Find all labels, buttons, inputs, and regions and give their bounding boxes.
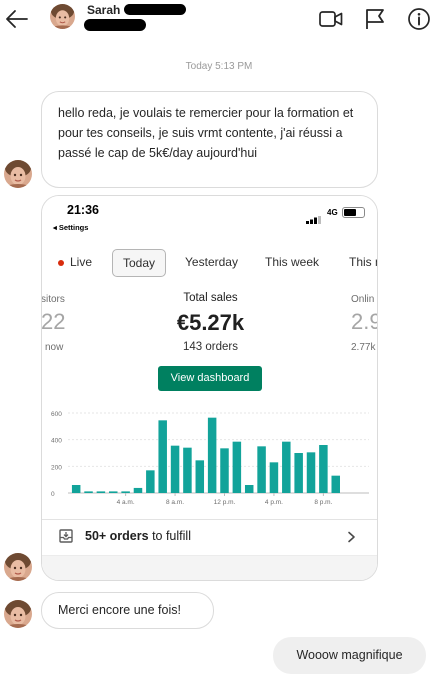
redaction-mark (84, 19, 146, 31)
fulfill-label: to fulfill (148, 529, 191, 543)
sender-avatar[interactable] (4, 600, 32, 628)
orders-to-fulfill-row: 50+ orders to fulfill (42, 521, 377, 551)
message-text: Wooow magnifique (296, 648, 403, 662)
chart-bar (84, 491, 93, 493)
redaction-mark (124, 4, 186, 15)
chevron-right-icon (347, 530, 356, 548)
inbox-icon (59, 529, 73, 548)
status-bar-time: 21:36 (67, 203, 99, 217)
sent-message[interactable]: Wooow magnifique (273, 637, 426, 674)
sender-avatar[interactable] (4, 553, 32, 581)
x-tick-label: 8 p.m. (314, 499, 332, 506)
total-sales-value: €5.27k (176, 310, 245, 335)
chart-bar (269, 462, 279, 493)
chart-bar (96, 491, 106, 493)
chart-bar (109, 491, 118, 493)
received-message[interactable]: hello reda, je voulais te remercier pour… (41, 91, 378, 188)
message-text: Merci encore une fois! (58, 603, 181, 617)
x-tick-label: 4 a.m. (117, 499, 135, 506)
tab-label: Yesterday (185, 255, 238, 269)
video-call-icon[interactable] (319, 8, 343, 30)
tab-label: This week (264, 255, 320, 269)
chart-bar (282, 441, 291, 493)
online-label: Onlin (351, 294, 375, 305)
tab-live: Live (48, 249, 108, 277)
chart-bar (306, 452, 316, 493)
chart-bar (195, 460, 205, 493)
network-label: 4G (327, 208, 338, 217)
total-sales-label: Total sales (183, 292, 238, 304)
total-sales-orders: 143 orders (183, 341, 238, 353)
view-dashboard-button: View dashboard (158, 366, 262, 391)
chart-bar (133, 487, 143, 493)
tab-label: Live (70, 255, 93, 269)
chart-bar (294, 453, 303, 493)
chart-bar (207, 417, 217, 493)
y-tick-label: 600 (51, 411, 62, 418)
tab-this-week: This week (257, 249, 327, 277)
message-text: hello reda, je voulais te remercier pour… (58, 106, 354, 160)
fulfill-count: 50+ orders (85, 529, 149, 543)
conversation-header: Sarah (0, 0, 438, 40)
chart-bar (146, 470, 155, 493)
chart-bar (257, 446, 266, 493)
message-timestamp: Today 5:13 PM (185, 61, 253, 72)
back-arrow-icon[interactable] (4, 6, 30, 32)
fulfill-text: 50+ orders to fulfill (85, 529, 191, 543)
chart-bar (121, 491, 130, 493)
x-tick-label: 12 p.m. (214, 499, 236, 506)
sales-bar-chart: 600 400 200 0 4 a.m. 8 a.m. 12 p.m. 4 p.m. 8 p.m… (51, 411, 369, 506)
chart-bar (158, 420, 167, 493)
shared-screenshot-message[interactable]: 21:36 ◂ Settings 4G Live Today Yesterday… (41, 195, 378, 581)
y-tick-label: 200 (51, 464, 62, 471)
chart-bar (220, 448, 229, 493)
flag-icon[interactable] (364, 8, 388, 30)
tab-label: This m (349, 255, 377, 269)
chart-bar (319, 445, 328, 493)
x-tick-label: 4 p.m. (265, 499, 283, 506)
shopify-screenshot: 21:36 ◂ Settings 4G Live Today Yesterday… (42, 196, 377, 580)
x-tick-label: 8 a.m. (166, 499, 184, 506)
battery-icon (342, 207, 365, 218)
status-bar-back: ◂ Settings (53, 223, 89, 232)
tab-today: Today (112, 249, 166, 277)
online-value: 2.9 (351, 309, 377, 334)
chart-bar (244, 485, 254, 493)
tab-this-month: This m (337, 249, 377, 277)
signal-icon (306, 211, 322, 229)
contact-name[interactable]: Sarah (87, 3, 120, 17)
info-icon[interactable] (407, 7, 431, 30)
chart-bar (71, 485, 81, 493)
chart-bar (331, 475, 340, 493)
chart-bar (170, 445, 180, 493)
y-tick-label: 400 (51, 438, 62, 445)
chart-bar (232, 441, 242, 493)
chart-bar (183, 447, 192, 493)
live-dot-icon (58, 260, 64, 266)
online-sub: 2.77k (351, 342, 376, 353)
screenshot-bottom-area (42, 556, 377, 580)
received-message[interactable]: Merci encore une fois! (41, 592, 214, 629)
tab-label: Today (122, 256, 156, 270)
tab-yesterday: Yesterday (175, 249, 248, 277)
contact-avatar[interactable] (50, 4, 75, 29)
sender-avatar[interactable] (4, 160, 32, 188)
divider (42, 519, 377, 520)
y-tick-label: 0 (51, 491, 55, 498)
